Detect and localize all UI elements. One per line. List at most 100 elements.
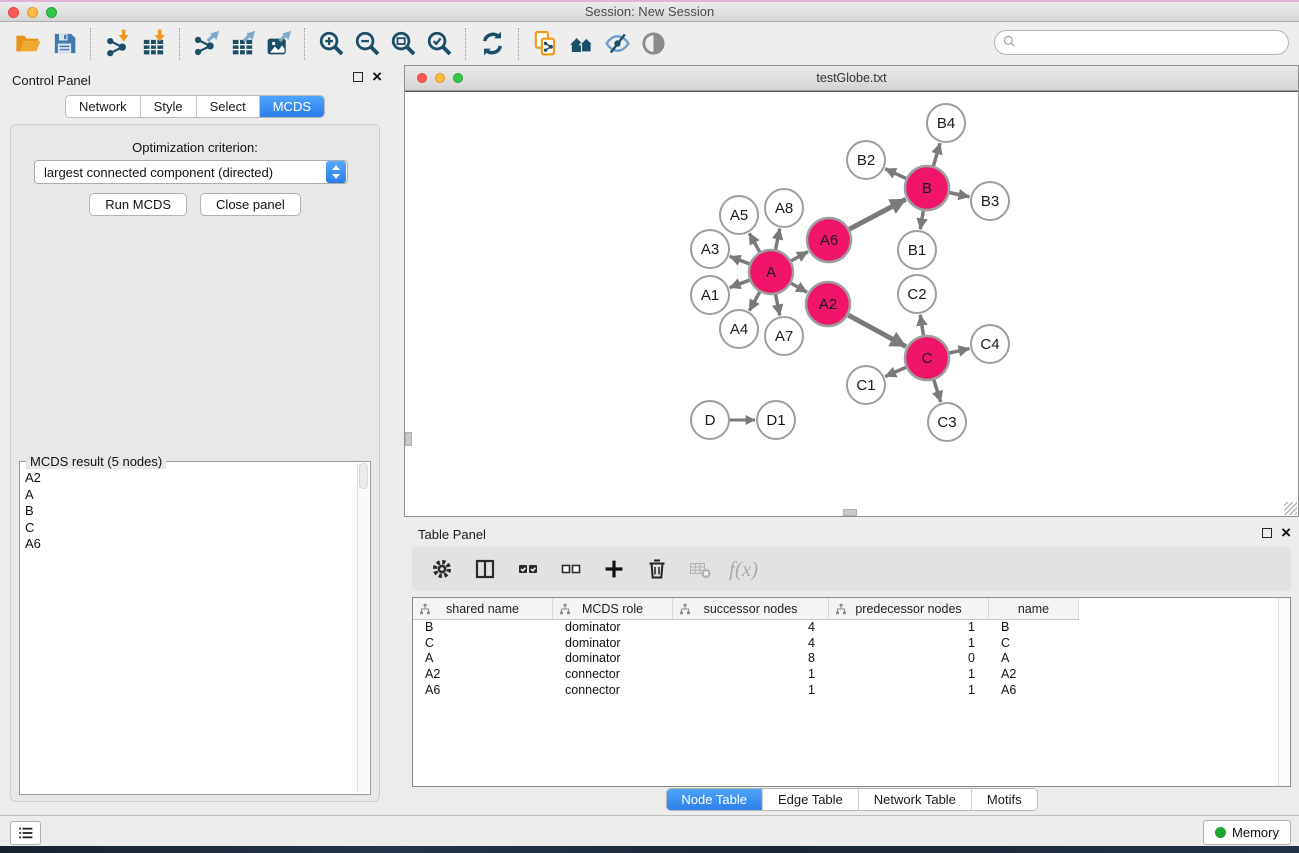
tab-mcds[interactable]: MCDS — [260, 96, 324, 117]
tab-network-table[interactable]: Network Table — [859, 789, 972, 810]
table-row[interactable]: Cdominator41C — [413, 636, 1278, 652]
edge-A6-B[interactable] — [849, 199, 905, 229]
cell[interactable]: connector — [553, 683, 673, 699]
cell[interactable]: C — [989, 636, 1079, 652]
tab-select[interactable]: Select — [197, 96, 260, 117]
edge-B-B3[interactable] — [950, 193, 970, 197]
close-panel-button[interactable]: Close panel — [200, 193, 301, 216]
edge-C-C2[interactable] — [920, 315, 923, 336]
cell[interactable]: dominator — [553, 636, 673, 652]
deselect-all-button[interactable] — [557, 552, 585, 586]
cell[interactable]: A6 — [413, 683, 553, 699]
export-image-button[interactable] — [260, 27, 296, 61]
column-header-shared-name[interactable]: shared name — [413, 598, 553, 619]
column-header-predecessor-nodes[interactable]: predecessor nodes — [829, 598, 989, 619]
export-table-button[interactable] — [224, 27, 260, 61]
delete-column-button[interactable] — [643, 552, 671, 586]
memory-button[interactable]: Memory — [1203, 820, 1291, 845]
node-B[interactable]: B — [905, 166, 949, 210]
float-panel-icon[interactable] — [353, 72, 363, 82]
node-A8[interactable]: A8 — [765, 189, 803, 227]
node-A5[interactable]: A5 — [720, 196, 758, 234]
node-A6[interactable]: A6 — [807, 218, 851, 262]
task-history-button[interactable] — [10, 821, 41, 845]
result-item[interactable]: A6 — [22, 536, 356, 553]
table-row[interactable]: A6connector11A6 — [413, 683, 1278, 699]
zoom-out-button[interactable] — [349, 27, 385, 61]
resize-grip[interactable] — [1284, 502, 1297, 515]
cell[interactable]: connector — [553, 667, 673, 683]
edge-A-A1[interactable] — [730, 280, 750, 287]
cell[interactable]: 8 — [673, 651, 829, 667]
edge-A-A7[interactable] — [776, 295, 780, 316]
result-item[interactable]: C — [22, 520, 356, 537]
cell[interactable]: 0 — [829, 651, 989, 667]
node-D[interactable]: D — [691, 401, 729, 439]
table-row[interactable]: A2connector11A2 — [413, 667, 1278, 683]
run-mcds-button[interactable]: Run MCDS — [89, 193, 187, 216]
edge-A-A3[interactable] — [730, 256, 750, 263]
column-header-name[interactable]: name — [989, 598, 1079, 619]
result-scrollbar[interactable] — [357, 463, 369, 793]
table-scrollbar[interactable] — [1278, 598, 1290, 786]
cell[interactable]: B — [413, 620, 553, 636]
zoom-in-button[interactable] — [313, 27, 349, 61]
edge-A-A6[interactable] — [791, 252, 808, 261]
show-all-button[interactable] — [635, 27, 671, 61]
column-header-MCDS-role[interactable]: MCDS role — [553, 598, 673, 619]
edge-C-C1[interactable] — [885, 367, 906, 376]
tab-edge-table[interactable]: Edge Table — [763, 789, 859, 810]
cell[interactable]: C — [413, 636, 553, 652]
zoom-fit-button[interactable] — [385, 27, 421, 61]
first-neighbors-button[interactable] — [563, 27, 599, 61]
cell[interactable]: 1 — [673, 683, 829, 699]
table-row[interactable]: Adominator80A — [413, 651, 1278, 667]
edge-A-A8[interactable] — [776, 229, 780, 250]
edge-A-A5[interactable] — [749, 233, 759, 252]
node-A3[interactable]: A3 — [691, 230, 729, 268]
import-network-button[interactable] — [99, 27, 135, 61]
clone-network-button[interactable] — [527, 27, 563, 61]
save-session-button[interactable] — [46, 27, 82, 61]
edge-B-B1[interactable] — [920, 211, 923, 230]
float-table-panel-icon[interactable] — [1262, 528, 1272, 538]
result-item[interactable]: A — [22, 487, 356, 504]
open-file-button[interactable] — [10, 27, 46, 61]
node-B2[interactable]: B2 — [847, 141, 885, 179]
cell[interactable]: A2 — [989, 667, 1079, 683]
result-item[interactable]: A2 — [22, 470, 356, 487]
optimization-dropdown[interactable]: largest connected component (directed) — [34, 160, 348, 184]
tab-motifs[interactable]: Motifs — [972, 789, 1037, 810]
close-table-panel-icon[interactable]: × — [1281, 528, 1291, 538]
node-A[interactable]: A — [749, 250, 793, 294]
edge-A-A4[interactable] — [749, 292, 759, 311]
edge-C-C4[interactable] — [949, 349, 969, 353]
result-item[interactable]: B — [22, 503, 356, 520]
refresh-button[interactable] — [474, 27, 510, 61]
node-A1[interactable]: A1 — [691, 276, 729, 314]
node-A4[interactable]: A4 — [720, 310, 758, 348]
node-D1[interactable]: D1 — [757, 401, 795, 439]
cell[interactable]: A — [989, 651, 1079, 667]
node-A7[interactable]: A7 — [765, 317, 803, 355]
edge-A-A2[interactable] — [791, 283, 807, 292]
cell[interactable]: 4 — [673, 620, 829, 636]
tab-network[interactable]: Network — [66, 96, 141, 117]
add-column-button[interactable] — [600, 552, 628, 586]
node-B1[interactable]: B1 — [898, 231, 936, 269]
horizontal-scrollbar-thumb[interactable] — [843, 509, 857, 516]
column-view-button[interactable] — [471, 552, 499, 586]
cell[interactable]: dominator — [553, 651, 673, 667]
cell[interactable]: 1 — [829, 636, 989, 652]
search-input[interactable] — [994, 30, 1289, 55]
settings-gear-button[interactable] — [428, 552, 456, 586]
cell[interactable]: dominator — [553, 620, 673, 636]
export-network-button[interactable] — [188, 27, 224, 61]
node-C1[interactable]: C1 — [847, 366, 885, 404]
cell[interactable]: 4 — [673, 636, 829, 652]
cell[interactable]: 1 — [829, 620, 989, 636]
node-C[interactable]: C — [905, 336, 949, 380]
node-C3[interactable]: C3 — [928, 403, 966, 441]
cell[interactable]: A2 — [413, 667, 553, 683]
select-all-button[interactable] — [514, 552, 542, 586]
